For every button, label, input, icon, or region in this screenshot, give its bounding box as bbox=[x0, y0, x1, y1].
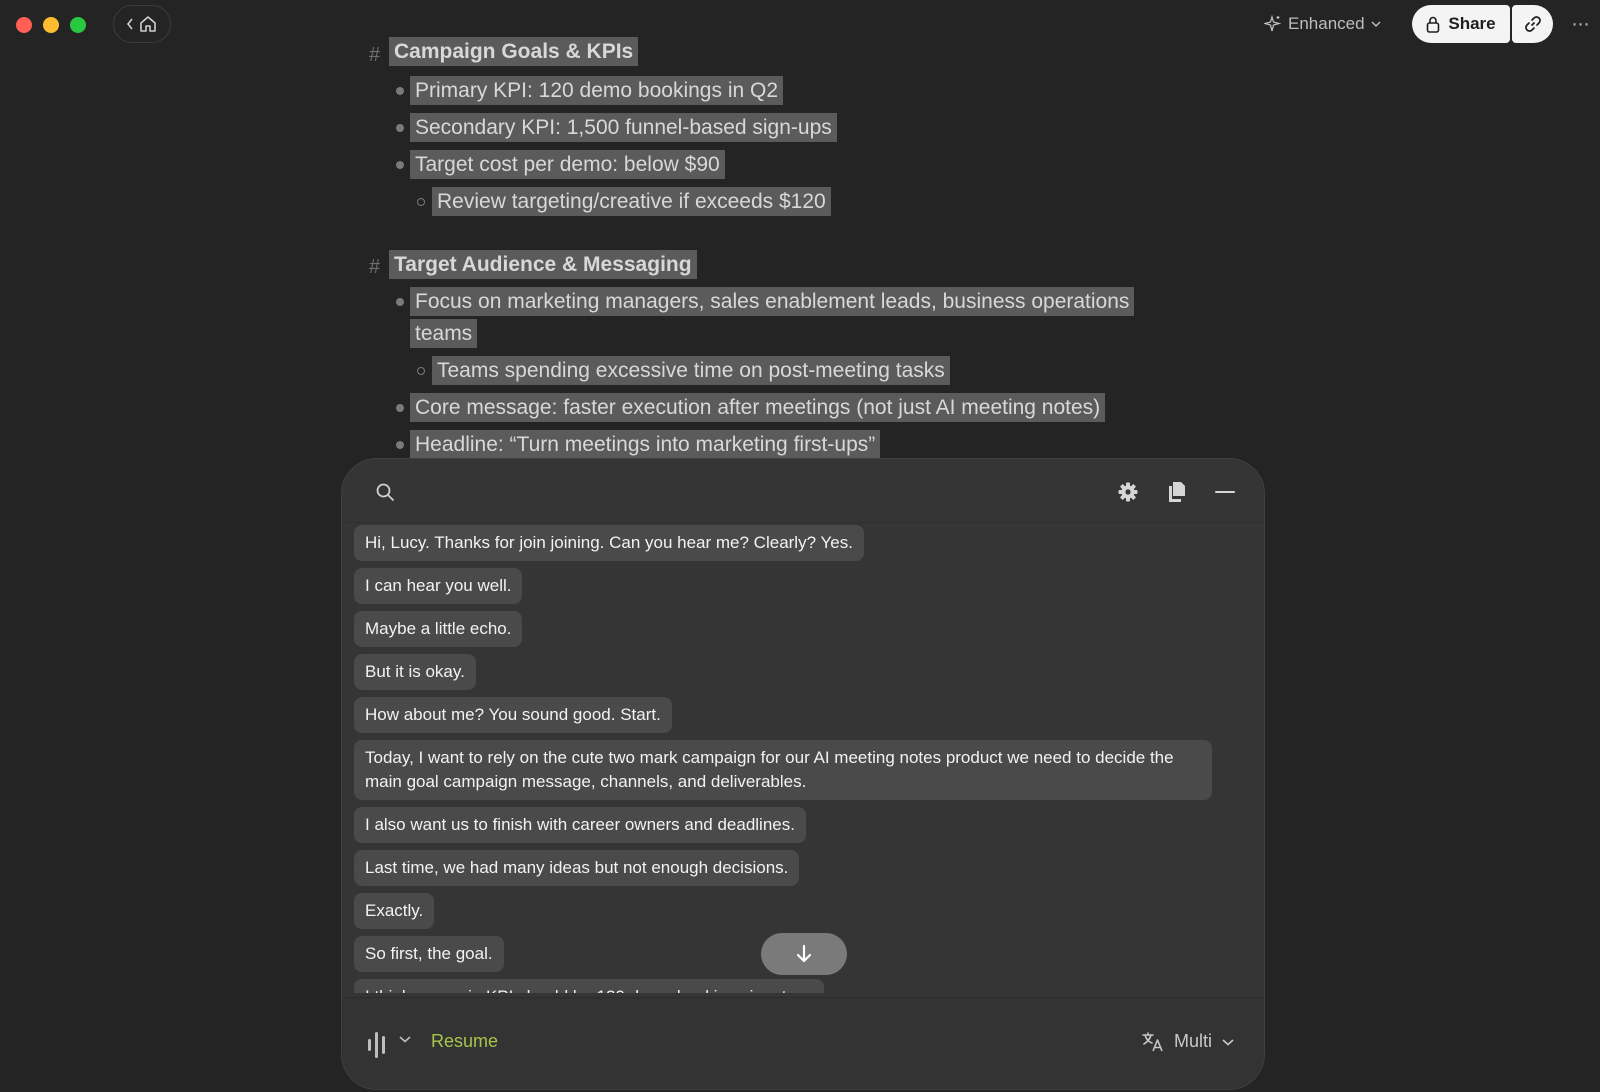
share-button-label: Share bbox=[1448, 14, 1496, 33]
transcript-message[interactable]: I think our main KPI should be 120 demo … bbox=[354, 979, 824, 993]
resume-button[interactable]: Resume bbox=[431, 1031, 498, 1052]
transcript-message[interactable]: Maybe a little echo. bbox=[354, 611, 523, 647]
list-item[interactable]: Primary KPI: 120 demo bookings in Q2 bbox=[410, 75, 784, 107]
maximize-window-button[interactable] bbox=[70, 17, 86, 33]
list-item[interactable]: Secondary KPI: 1,500 funnel-based sign-u… bbox=[410, 112, 837, 144]
list-item[interactable]: Core message: faster execution after mee… bbox=[410, 392, 1106, 424]
share-button[interactable]: Share bbox=[1412, 5, 1510, 43]
list-item[interactable]: Headline: “Turn meetings into marketing … bbox=[410, 429, 881, 458]
transcript-messages: Hi, Lucy. Thanks for join joining. Can y… bbox=[342, 523, 1264, 993]
bullet bbox=[396, 441, 404, 449]
waveform-icon[interactable] bbox=[368, 1032, 385, 1058]
enhanced-mode-dropdown[interactable]: Enhanced bbox=[1264, 10, 1381, 38]
transcript-message[interactable]: I also want us to finish with career own… bbox=[354, 807, 806, 843]
chevron-down-icon[interactable] bbox=[399, 1035, 411, 1043]
bullet bbox=[396, 298, 404, 306]
minimize-window-button[interactable] bbox=[43, 17, 59, 33]
transcript-message[interactable]: Hi, Lucy. Thanks for join joining. Can y… bbox=[354, 525, 864, 561]
copy-icon[interactable] bbox=[1164, 479, 1190, 505]
lock-icon bbox=[1427, 16, 1440, 33]
heading-marker: # bbox=[369, 256, 381, 278]
transcript-message[interactable]: Today, I want to rely on the cute two ma… bbox=[354, 740, 1212, 800]
close-window-button[interactable] bbox=[16, 17, 32, 33]
link-icon bbox=[1524, 16, 1541, 32]
scroll-to-bottom-button[interactable] bbox=[761, 933, 847, 975]
chevron-down-icon bbox=[1371, 21, 1381, 28]
transcript-panel: Hi, Lucy. Thanks for join joining. Can y… bbox=[341, 458, 1265, 1090]
window-controls bbox=[16, 17, 86, 33]
transcript-message[interactable]: But it is okay. bbox=[354, 654, 476, 690]
bullet bbox=[396, 161, 404, 169]
copy-link-button[interactable] bbox=[1512, 5, 1553, 43]
more-options-icon[interactable]: ⋯ bbox=[1566, 10, 1596, 38]
transcript-message[interactable]: Exactly. bbox=[354, 893, 435, 929]
title-bar: Enhanced Share ⋯ bbox=[0, 0, 1600, 50]
transcript-footer: Resume Multi bbox=[342, 997, 1264, 1089]
bullet bbox=[396, 87, 404, 95]
section-heading-audience[interactable]: Target Audience & Messaging bbox=[389, 249, 697, 281]
language-label: Multi bbox=[1174, 1031, 1213, 1051]
list-item[interactable]: Target cost per demo: below $90 bbox=[410, 149, 725, 181]
sub-list-item[interactable]: Review targeting/creative if exceeds $12… bbox=[432, 186, 831, 218]
search-icon[interactable] bbox=[372, 479, 398, 505]
minimize-icon[interactable] bbox=[1212, 479, 1238, 505]
sub-list-item[interactable]: Teams spending excessive time on post-me… bbox=[432, 355, 950, 387]
home-icon bbox=[140, 16, 156, 32]
chevron-left-icon bbox=[126, 18, 133, 30]
bullet bbox=[396, 404, 404, 412]
list-item-continuation[interactable]: teams bbox=[410, 318, 478, 350]
enhanced-mode-label: Enhanced bbox=[1288, 14, 1365, 33]
gear-icon[interactable] bbox=[1115, 479, 1141, 505]
sub-bullet bbox=[417, 198, 425, 206]
transcript-toolbar bbox=[342, 459, 1264, 523]
translate-icon bbox=[1142, 1031, 1163, 1051]
transcript-message[interactable]: I can hear you well. bbox=[354, 568, 523, 604]
arrow-down-icon bbox=[796, 944, 812, 963]
sub-bullet bbox=[417, 367, 425, 375]
note-document: # Campaign Goals & KPIs Primary KPI: 120… bbox=[0, 0, 1600, 458]
language-selector[interactable]: Multi bbox=[1142, 1031, 1234, 1052]
chevron-down-icon bbox=[1222, 1038, 1234, 1046]
transcript-message[interactable]: How about me? You sound good. Start. bbox=[354, 697, 672, 733]
list-item[interactable]: Focus on marketing managers, sales enabl… bbox=[410, 286, 1135, 318]
transcript-message[interactable]: So first, the goal. bbox=[354, 936, 504, 972]
transcript-message[interactable]: Last time, we had many ideas but not eno… bbox=[354, 850, 800, 886]
sparkle-icon bbox=[1264, 15, 1282, 32]
back-home-button[interactable] bbox=[113, 5, 171, 43]
bullet bbox=[396, 124, 404, 132]
